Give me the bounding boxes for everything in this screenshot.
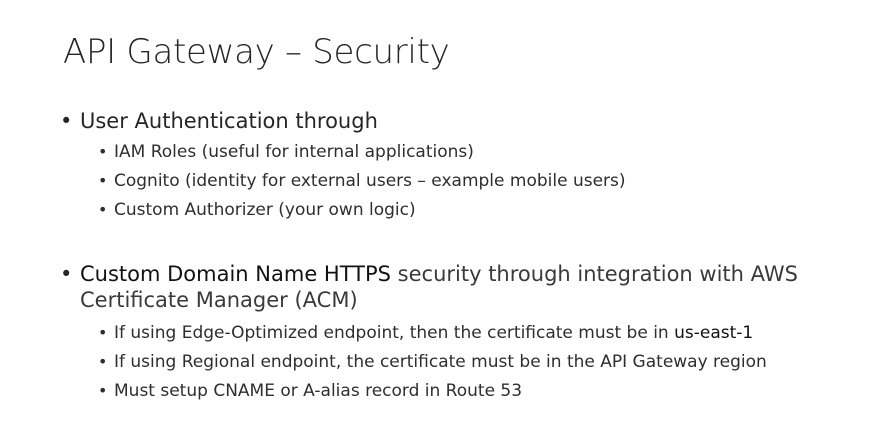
sub-bullet-marker: •: [98, 352, 108, 371]
heading-line2: Certificate Manager (ACM): [80, 288, 358, 312]
sub-bullet-text: Must setup CNAME or A-alias record in Ro…: [114, 381, 523, 401]
sub-bullet-text: Cognito (identity for external users – e…: [114, 171, 626, 191]
heading-strong: Custom Domain Name HTTPS: [80, 262, 391, 286]
sub-bullet-text: Custom Authorizer (your own logic): [114, 200, 416, 220]
sub-bullet-marker: •: [98, 381, 108, 400]
sub-bullet-text: If using Regional endpoint, the certific…: [114, 352, 767, 372]
slide-title: API Gateway – Security: [63, 32, 450, 72]
sub-bullet-text: IAM Roles (useful for internal applicati…: [114, 142, 474, 162]
sub-bullet-marker: •: [98, 142, 108, 161]
sub-bullet-text: If using Edge-Optimized endpoint, then t…: [114, 322, 753, 344]
heading-rest: security through integration with AWS: [391, 262, 798, 286]
slide: API Gateway – Security • User Authentica…: [0, 0, 888, 425]
section-heading: User Authentication through: [80, 109, 378, 133]
bullet-marker: •: [60, 262, 73, 286]
sub-bullet-marker: •: [98, 323, 108, 342]
bullet-marker: •: [60, 109, 73, 133]
section-heading: Custom Domain Name HTTPS security throug…: [80, 261, 798, 287]
region-name: us-east-1: [674, 323, 754, 343]
sub-bullet-marker: •: [98, 200, 108, 219]
sub-bullet-marker: •: [98, 171, 108, 190]
sub-bullet-text-main: If using Edge-Optimized endpoint, then t…: [114, 323, 675, 343]
